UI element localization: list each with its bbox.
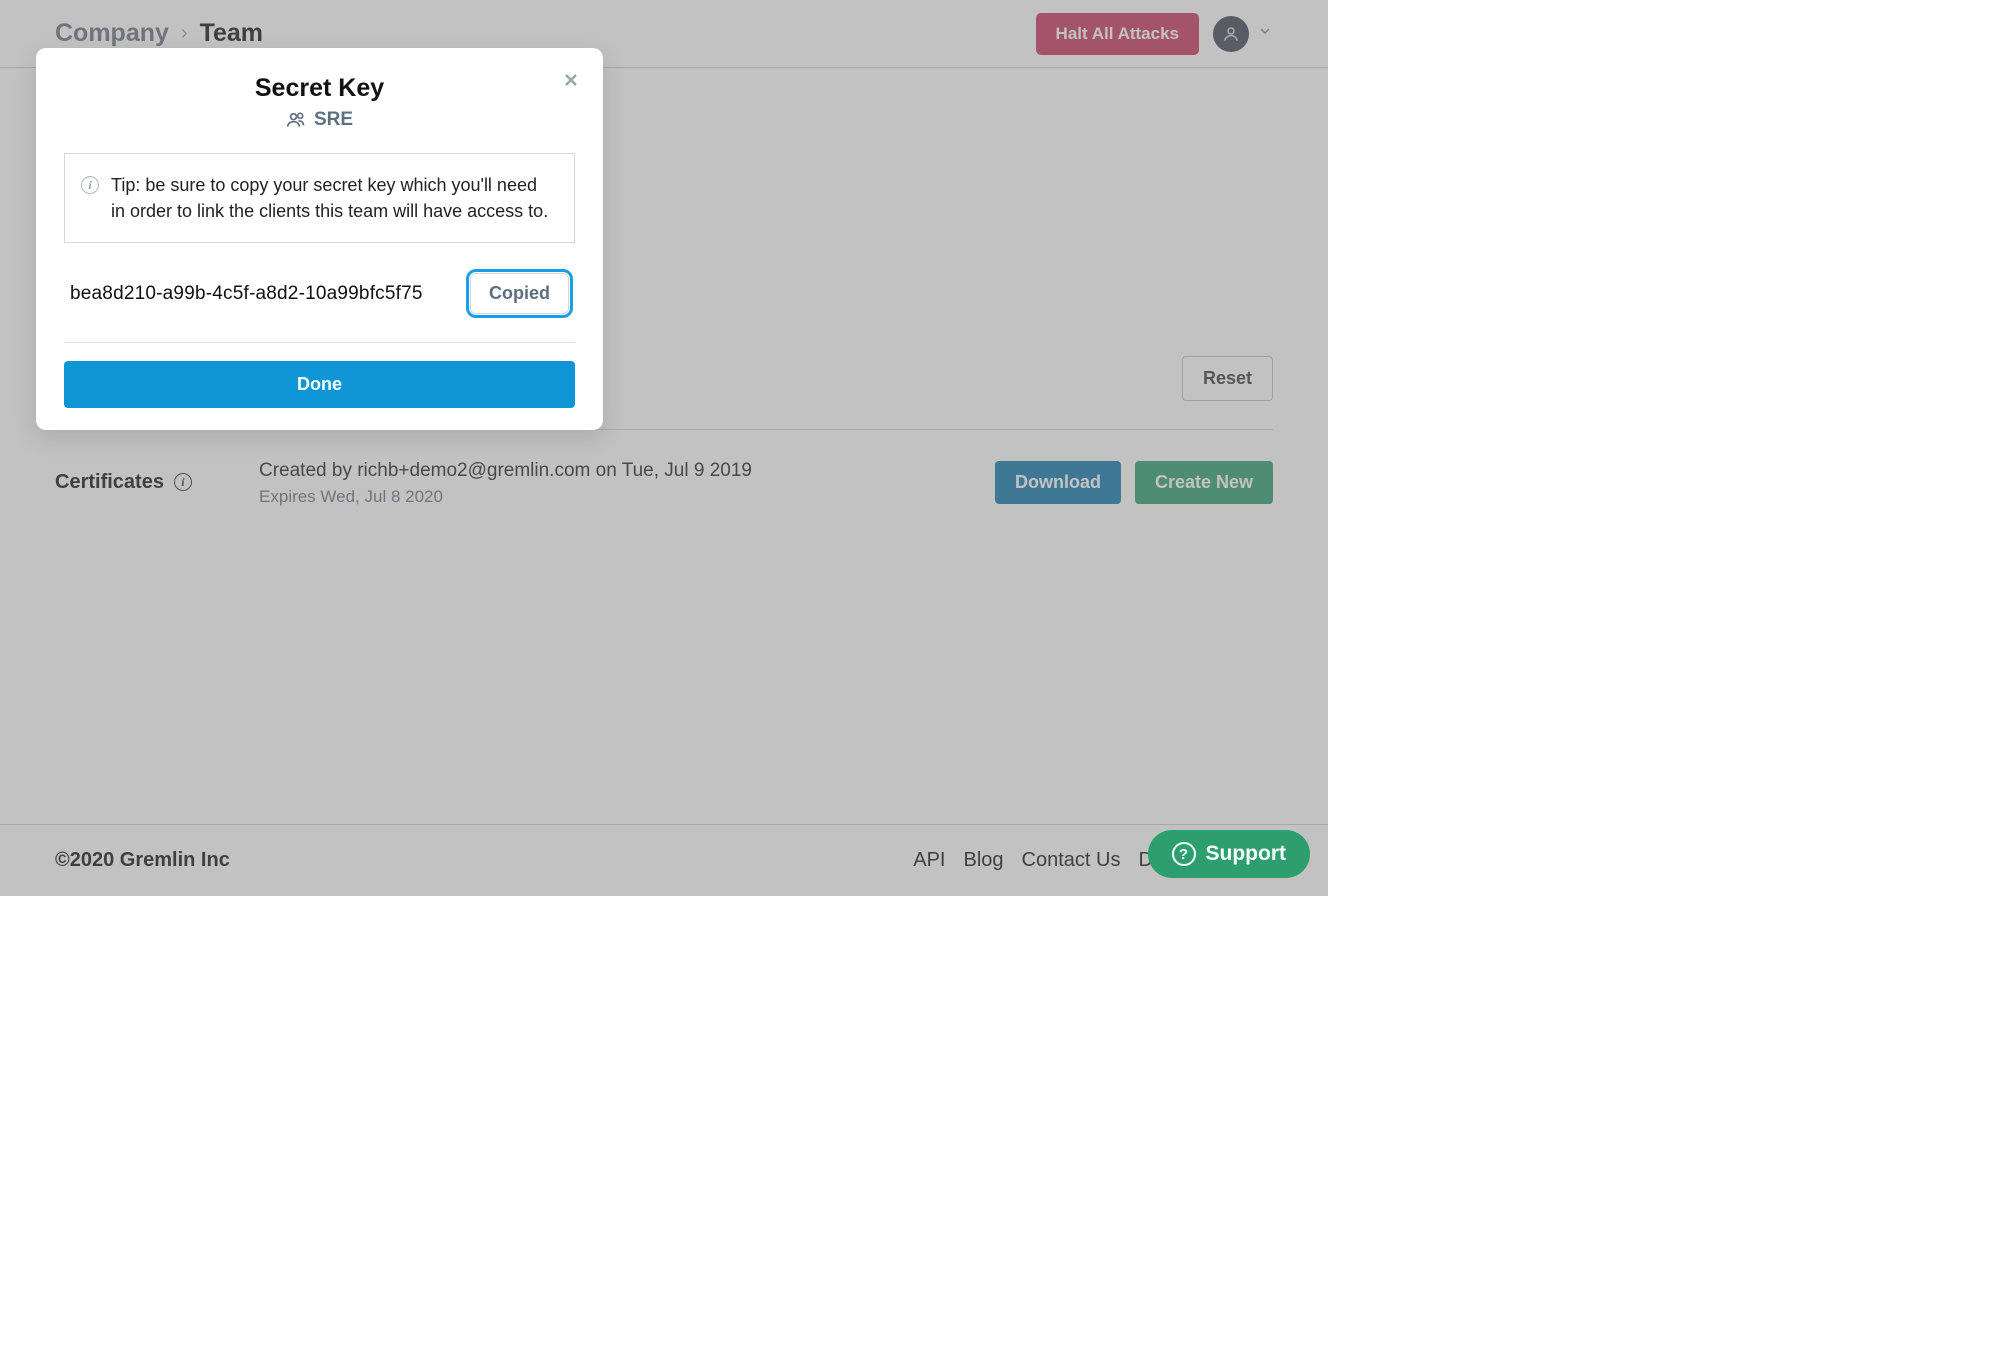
question-icon: ? bbox=[1172, 842, 1196, 866]
close-icon bbox=[561, 70, 581, 90]
secret-key-modal: Secret Key SRE i Tip: be sure to copy yo… bbox=[36, 48, 603, 430]
team-icon bbox=[286, 110, 306, 130]
support-button[interactable]: ? Support bbox=[1148, 830, 1310, 878]
copy-button[interactable]: Copied bbox=[470, 273, 569, 314]
tip-box: i Tip: be sure to copy your secret key w… bbox=[64, 153, 575, 243]
tip-text: Tip: be sure to copy your secret key whi… bbox=[111, 172, 554, 224]
key-row: bea8d210-a99b-4c5f-a8d2-10a99bfc5f75 Cop… bbox=[64, 243, 575, 343]
done-button[interactable]: Done bbox=[64, 361, 575, 408]
modal-team-name: SRE bbox=[314, 109, 353, 131]
support-label: Support bbox=[1206, 842, 1286, 866]
modal-title: Secret Key bbox=[64, 74, 575, 103]
close-button[interactable] bbox=[557, 64, 585, 98]
modal-overlay[interactable]: Secret Key SRE i Tip: be sure to copy yo… bbox=[0, 0, 1328, 896]
modal-team: SRE bbox=[64, 109, 575, 131]
info-icon: i bbox=[81, 176, 99, 194]
secret-key-value: bea8d210-a99b-4c5f-a8d2-10a99bfc5f75 bbox=[70, 283, 423, 305]
